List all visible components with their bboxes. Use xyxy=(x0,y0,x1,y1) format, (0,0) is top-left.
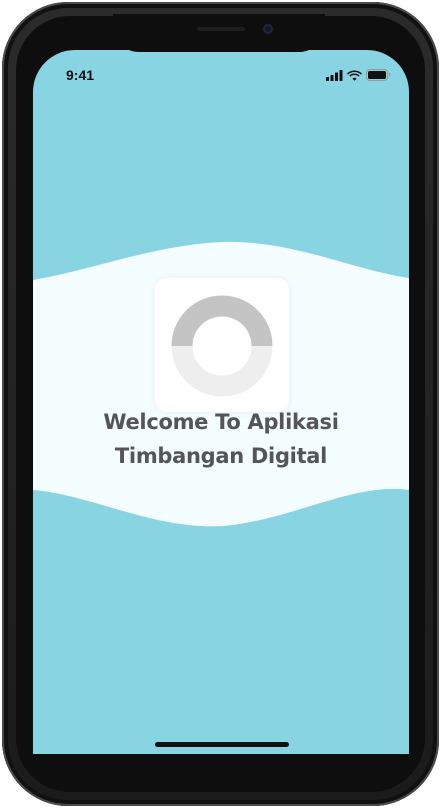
notch xyxy=(113,14,325,52)
home-indicator[interactable] xyxy=(155,742,289,747)
wifi-icon xyxy=(347,70,362,81)
loading-spinner-card xyxy=(155,278,289,412)
app-screen: 9:41 Welcome To Aplikasi Timbangan Digit… xyxy=(33,50,409,754)
speaker-grille xyxy=(197,27,245,31)
welcome-title-line-1: Welcome To Aplikasi xyxy=(103,410,339,434)
battery-icon xyxy=(366,69,391,81)
status-time: 9:41 xyxy=(66,67,95,83)
welcome-title: Welcome To Aplikasi Timbangan Digital xyxy=(33,405,409,473)
cellular-signal-icon xyxy=(326,69,343,81)
welcome-title-line-2: Timbangan Digital xyxy=(114,444,328,468)
front-camera-icon xyxy=(263,24,273,34)
status-bar: 9:41 xyxy=(33,50,409,98)
loading-spinner-icon xyxy=(171,295,273,397)
status-icons xyxy=(326,69,391,81)
